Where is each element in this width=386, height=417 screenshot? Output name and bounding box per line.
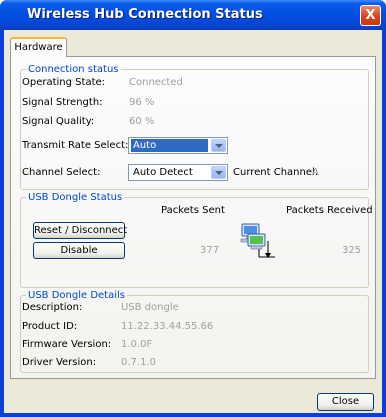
packets-sent-label: Packets Sent xyxy=(161,205,225,216)
connection-status-legend: Connection status xyxy=(28,64,119,75)
product-id-value: 11.22.33.44.55.66 xyxy=(121,321,214,332)
signal-quality-label: Signal Quality: xyxy=(22,116,95,127)
dialog-body: Hardware Connection status Operating Sta… xyxy=(4,30,382,413)
description-value: USB dongle xyxy=(121,302,179,313)
dialog-window: Wireless Hub Connection Status X Hardwar… xyxy=(0,0,386,417)
chevron-down-icon[interactable] xyxy=(211,139,226,152)
description-label: Description: xyxy=(22,302,83,313)
close-icon[interactable]: X xyxy=(360,5,381,26)
channel-select-label: Channel Select: xyxy=(22,167,101,178)
usb-details-legend: USB Dongle Details xyxy=(28,290,125,301)
channel-select[interactable]: Auto Detect xyxy=(128,164,228,181)
operating-state-value: Connected xyxy=(129,77,183,88)
tab-hardware[interactable]: Hardware xyxy=(10,37,67,57)
chevron-down-icon[interactable] xyxy=(211,166,226,179)
tab-panel-hardware: Connection status Operating State: Conne… xyxy=(10,56,376,379)
signal-quality-value: 60 % xyxy=(129,116,155,127)
packets-sent-value: 377 xyxy=(200,245,220,256)
reset-disconnect-button[interactable]: Reset / Disconnect xyxy=(33,222,127,239)
channel-selected: Auto Detect xyxy=(133,167,193,178)
close-button[interactable]: Close xyxy=(317,393,374,411)
title-bar[interactable]: Wireless Hub Connection Status X xyxy=(0,0,386,30)
transmit-rate-select[interactable]: Auto xyxy=(128,137,228,154)
packets-received-value: 325 xyxy=(342,245,362,256)
operating-state-label: Operating State: xyxy=(22,77,106,88)
current-channel-value: A xyxy=(312,167,319,178)
window-title: Wireless Hub Connection Status xyxy=(27,7,263,22)
current-channel-label: Current Channel: xyxy=(233,167,319,178)
disable-button[interactable]: Disable xyxy=(33,242,125,259)
signal-strength-value: 96 % xyxy=(129,97,155,108)
transmit-rate-selected: Auto xyxy=(131,139,208,152)
packets-received-label: Packets Received xyxy=(286,205,373,216)
transmit-rate-label: Transmit Rate Select: xyxy=(22,140,129,151)
signal-strength-label: Signal Strength: xyxy=(22,97,103,108)
driver-version-value: 0.7.1.0 xyxy=(121,357,156,368)
product-id-label: Product ID: xyxy=(22,321,78,332)
firmware-version-value: 1.0.0F xyxy=(121,339,153,350)
firmware-version-label: Firmware Version: xyxy=(22,339,112,350)
network-computers-icon xyxy=(240,223,275,258)
usb-status-legend: USB Dongle Status xyxy=(28,192,123,203)
driver-version-label: Driver Version: xyxy=(22,357,97,368)
